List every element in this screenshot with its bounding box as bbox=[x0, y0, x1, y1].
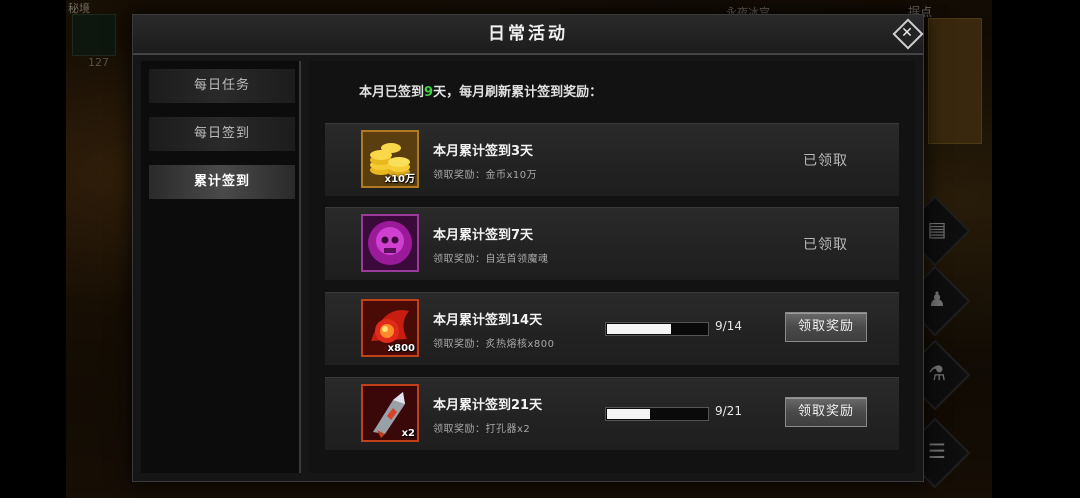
activity-sidebar: 每日任务 每日签到 累计签到 bbox=[141, 61, 301, 473]
reward-row-21-days: x2 本月累计签到21天 领取奖励：打孔器x2 9/21 领取奖励 bbox=[325, 377, 899, 450]
reward-row-3-days: x10万 本月累计签到3天 领取奖励：金币x10万 已领取 bbox=[325, 123, 899, 196]
reward-title: 本月累计签到7天 bbox=[433, 228, 534, 243]
close-button[interactable]: ✕ bbox=[892, 18, 924, 50]
reward-title: 本月累计签到21天 bbox=[433, 398, 543, 413]
tab-cumulative-signin[interactable]: 累计签到 bbox=[149, 165, 295, 199]
drill-blade-icon: x2 bbox=[361, 384, 419, 442]
reward-row-7-days: 本月累计签到7天 领取奖励：自选首领魔魂 已领取 bbox=[325, 207, 899, 280]
dialog-header: 日常活动 ✕ bbox=[133, 15, 924, 55]
fire-core-icon: x800 bbox=[361, 299, 419, 357]
signin-progress-bar bbox=[605, 322, 709, 336]
signin-summary: 本月已签到9天，每月刷新累计签到奖励： bbox=[359, 85, 603, 100]
reward-title: 本月累计签到14天 bbox=[433, 313, 543, 328]
progress-text: 9/21 bbox=[715, 404, 742, 418]
daily-activity-dialog: 日常活动 ✕ 每日任务 每日签到 累计签到 本月已签到9天，每月刷新累计签到奖励… bbox=[132, 14, 924, 482]
reward-quantity: x2 bbox=[401, 428, 415, 439]
claimed-status: 已领取 bbox=[803, 237, 848, 253]
claimed-status: 已领取 bbox=[803, 153, 848, 169]
reward-title: 本月累计签到3天 bbox=[433, 144, 534, 159]
cumulative-signin-panel: 本月已签到9天，每月刷新累计签到奖励： x10万 本月累计签到3天 领取奖励：金… bbox=[309, 61, 915, 473]
reward-description: 领取奖励：金币x10万 bbox=[433, 170, 538, 181]
signin-progress-bar bbox=[605, 407, 709, 421]
reward-description: 领取奖励：炙热熔核x800 bbox=[433, 339, 555, 350]
tab-daily-tasks[interactable]: 每日任务 bbox=[149, 69, 295, 103]
reward-description: 领取奖励：自选首领魔魂 bbox=[433, 254, 549, 265]
progress-fill bbox=[607, 409, 650, 419]
dialog-title: 日常活动 bbox=[488, 24, 568, 44]
reward-quantity: x800 bbox=[387, 343, 415, 354]
reward-description: 领取奖励：打孔器x2 bbox=[433, 424, 531, 435]
progress-text: 9/14 bbox=[715, 319, 742, 333]
purple-skull-soul-icon bbox=[361, 214, 419, 272]
claim-reward-button[interactable]: 领取奖励 bbox=[785, 397, 867, 427]
reward-row-14-days: x800 本月累计签到14天 领取奖励：炙热熔核x800 9/14 领取奖励 bbox=[325, 292, 899, 365]
signin-days-count: 9 bbox=[424, 85, 434, 100]
claim-reward-button[interactable]: 领取奖励 bbox=[785, 312, 867, 342]
reward-quantity: x10万 bbox=[384, 174, 415, 185]
close-icon: ✕ bbox=[901, 25, 913, 41]
tab-daily-signin[interactable]: 每日签到 bbox=[149, 117, 295, 151]
progress-fill bbox=[607, 324, 671, 334]
gold-coins-icon: x10万 bbox=[361, 130, 419, 188]
